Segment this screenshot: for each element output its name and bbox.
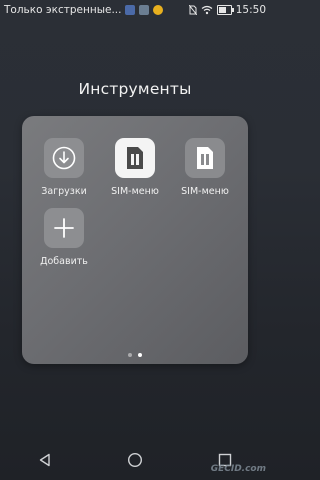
app-label: Добавить	[40, 256, 88, 267]
plus-icon	[44, 208, 84, 248]
status-left: Только экстренные...	[4, 4, 164, 16]
no-sim-icon	[188, 5, 197, 15]
clock: 15:50	[235, 4, 266, 16]
status-bar: Только экстренные... 15:50	[0, 0, 270, 20]
app-sim-menu-2[interactable]: SIM-меню	[170, 138, 240, 197]
app-label: Загрузки	[41, 186, 87, 197]
page-indicator	[22, 353, 248, 357]
notification-app-icon	[125, 5, 136, 15]
app-downloads[interactable]: Загрузки	[29, 138, 99, 197]
app-label: SIM-меню	[181, 186, 229, 197]
status-right: 15:50	[188, 4, 266, 16]
app-label: SIM-меню	[111, 186, 159, 197]
app-add[interactable]: Добавить	[29, 208, 99, 267]
notification-photo-icon	[139, 5, 150, 15]
page-dot[interactable]	[128, 353, 132, 357]
sim-card-icon	[185, 138, 225, 178]
notification-coin-icon	[153, 5, 164, 15]
home-circle-icon	[127, 452, 143, 468]
folder-title[interactable]: Инструменты	[0, 80, 270, 98]
back-button[interactable]	[25, 445, 65, 475]
battery-icon	[216, 5, 234, 15]
folder-panel: Загрузки SIM-меню SIM-меню Добавить	[22, 116, 248, 364]
carrier-text: Только экстренные...	[4, 4, 122, 16]
sim-card-icon	[115, 138, 155, 178]
wifi-icon	[201, 5, 213, 15]
download-icon	[44, 138, 84, 178]
app-sim-menu-1[interactable]: SIM-меню	[100, 138, 170, 197]
back-triangle-icon	[39, 453, 50, 467]
page-dot-active[interactable]	[138, 353, 142, 357]
home-button[interactable]	[115, 445, 155, 475]
watermark-logo: GECID.com	[210, 464, 266, 474]
navigation-bar	[0, 440, 270, 480]
